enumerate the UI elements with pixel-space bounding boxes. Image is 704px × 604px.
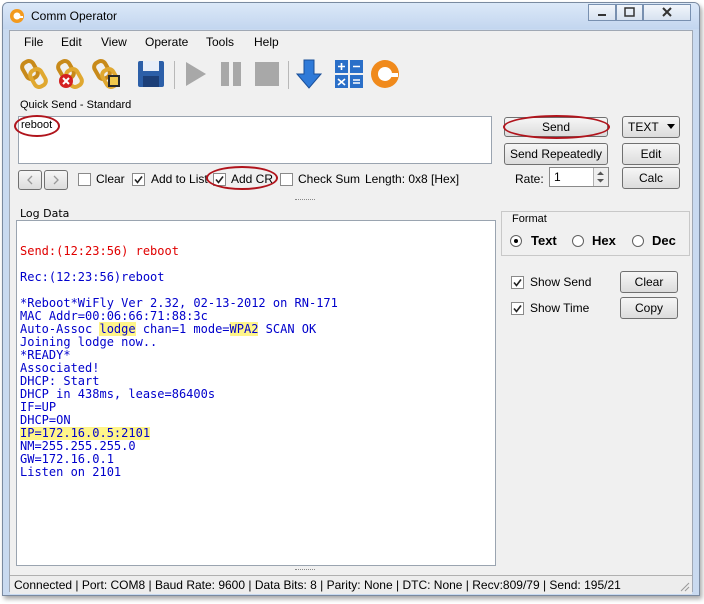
maximize-icon: [624, 7, 635, 17]
format-dec-radio[interactable]: [632, 235, 644, 247]
splitter-grip[interactable]: [295, 199, 315, 203]
splitter-grip[interactable]: [295, 569, 315, 573]
annotation-circle: [14, 115, 60, 137]
minimize-icon: [598, 14, 606, 16]
radio-selected-dot: [514, 239, 518, 243]
add-to-list-checkbox[interactable]: [132, 173, 145, 186]
chevron-right-icon: [53, 175, 59, 185]
format-dec-label: Dec: [652, 233, 676, 248]
log-rec-line: Rec:(12:23:56)reboot: [20, 270, 165, 284]
log-send-line: Send:(12:23:56) reboot: [20, 244, 179, 258]
checkmark-icon: [134, 176, 143, 184]
checksum-label: Check Sum: [298, 172, 361, 186]
close-icon: [662, 7, 672, 17]
save-icon[interactable]: [134, 57, 168, 91]
menu-tools[interactable]: Tools: [206, 35, 234, 49]
checkmark-icon: [513, 305, 522, 313]
menu-edit[interactable]: Edit: [61, 35, 82, 49]
history-forward-button[interactable]: [44, 170, 68, 190]
copy-button[interactable]: Copy: [620, 297, 678, 319]
log-highlight: lodge: [99, 322, 136, 336]
calculator-icon[interactable]: [332, 57, 366, 91]
clear-checkbox[interactable]: [78, 173, 91, 186]
title-bar: Comm Operator: [3, 3, 699, 29]
annotation-circle: [503, 115, 610, 139]
show-time-checkbox[interactable]: [511, 302, 524, 315]
window-title: Comm Operator: [31, 9, 118, 23]
maximize-button[interactable]: [616, 4, 643, 21]
status-text: Connected | Port: COM8 | Baud Rate: 9600…: [14, 578, 621, 592]
mode-value: TEXT: [628, 120, 659, 134]
show-send-label: Show Send: [530, 275, 592, 289]
rate-spin-buttons[interactable]: [593, 168, 608, 186]
format-text-radio[interactable]: [510, 235, 522, 247]
log-data-title: Log Data: [20, 207, 70, 220]
length-readout: Length: 0x8 [Hex]: [365, 172, 460, 186]
calc-button[interactable]: Calc: [622, 167, 680, 189]
rate-label: Rate:: [515, 172, 544, 186]
settings-icon[interactable]: [90, 57, 124, 91]
resize-grip-icon[interactable]: [678, 580, 690, 592]
chevron-left-icon: [27, 175, 33, 185]
mode-select[interactable]: TEXT: [622, 116, 680, 138]
format-text-label: Text: [531, 233, 557, 248]
app-window: Comm Operator File Edit View Operate Too…: [2, 2, 700, 596]
edit-button[interactable]: Edit: [622, 143, 680, 165]
show-send-checkbox[interactable]: [511, 276, 524, 289]
history-back-button[interactable]: [18, 170, 42, 190]
disconnect-icon[interactable]: [54, 57, 88, 91]
clear-label: Clear: [96, 172, 125, 186]
toolbar-separator: [288, 61, 289, 89]
format-hex-label: Hex: [592, 233, 616, 248]
toolbar: [10, 53, 692, 97]
stop-icon[interactable]: [250, 57, 284, 91]
menu-operate[interactable]: Operate: [145, 35, 188, 49]
app-logo-icon[interactable]: [368, 57, 402, 91]
quick-send-input[interactable]: reboot: [18, 116, 492, 164]
quick-send-title: Quick Send - Standard: [20, 99, 132, 111]
client-area: File Edit View Operate Tools Help Quick …: [9, 30, 693, 594]
log-data-view[interactable]: Send:(12:23:56) reboot Rec:(12:23:56)rebo…: [16, 220, 496, 566]
minimize-button[interactable]: [588, 4, 616, 21]
play-icon[interactable]: [178, 57, 212, 91]
menu-file[interactable]: File: [24, 35, 43, 49]
format-hex-radio[interactable]: [572, 235, 584, 247]
add-to-list-label: Add to List: [151, 172, 208, 186]
rate-value: 1: [554, 170, 561, 184]
log-highlight: WPA2: [229, 322, 259, 336]
annotation-circle: [206, 166, 278, 190]
spin-arrows-icon: [597, 171, 604, 183]
send-repeatedly-button[interactable]: Send Repeatedly: [504, 143, 608, 165]
download-icon[interactable]: [292, 57, 326, 91]
close-button[interactable]: [643, 4, 691, 21]
status-bar: Connected | Port: COM8 | Baud Rate: 9600…: [10, 575, 692, 594]
menu-help[interactable]: Help: [254, 35, 279, 49]
show-time-label: Show Time: [530, 301, 590, 315]
app-logo-icon: [10, 9, 24, 23]
checksum-checkbox[interactable]: [280, 173, 293, 186]
connect-icon[interactable]: [18, 57, 52, 91]
rate-stepper[interactable]: 1: [549, 167, 609, 187]
log-clear-button[interactable]: Clear: [620, 271, 678, 293]
toolbar-separator: [174, 61, 175, 89]
dropdown-arrow-icon: [667, 124, 675, 129]
menu-bar: File Edit View Operate Tools Help: [10, 31, 692, 53]
pause-icon[interactable]: [214, 57, 248, 91]
log-line: Listen on 2101: [20, 465, 122, 479]
checkmark-icon: [513, 279, 522, 287]
menu-view[interactable]: View: [101, 35, 127, 49]
